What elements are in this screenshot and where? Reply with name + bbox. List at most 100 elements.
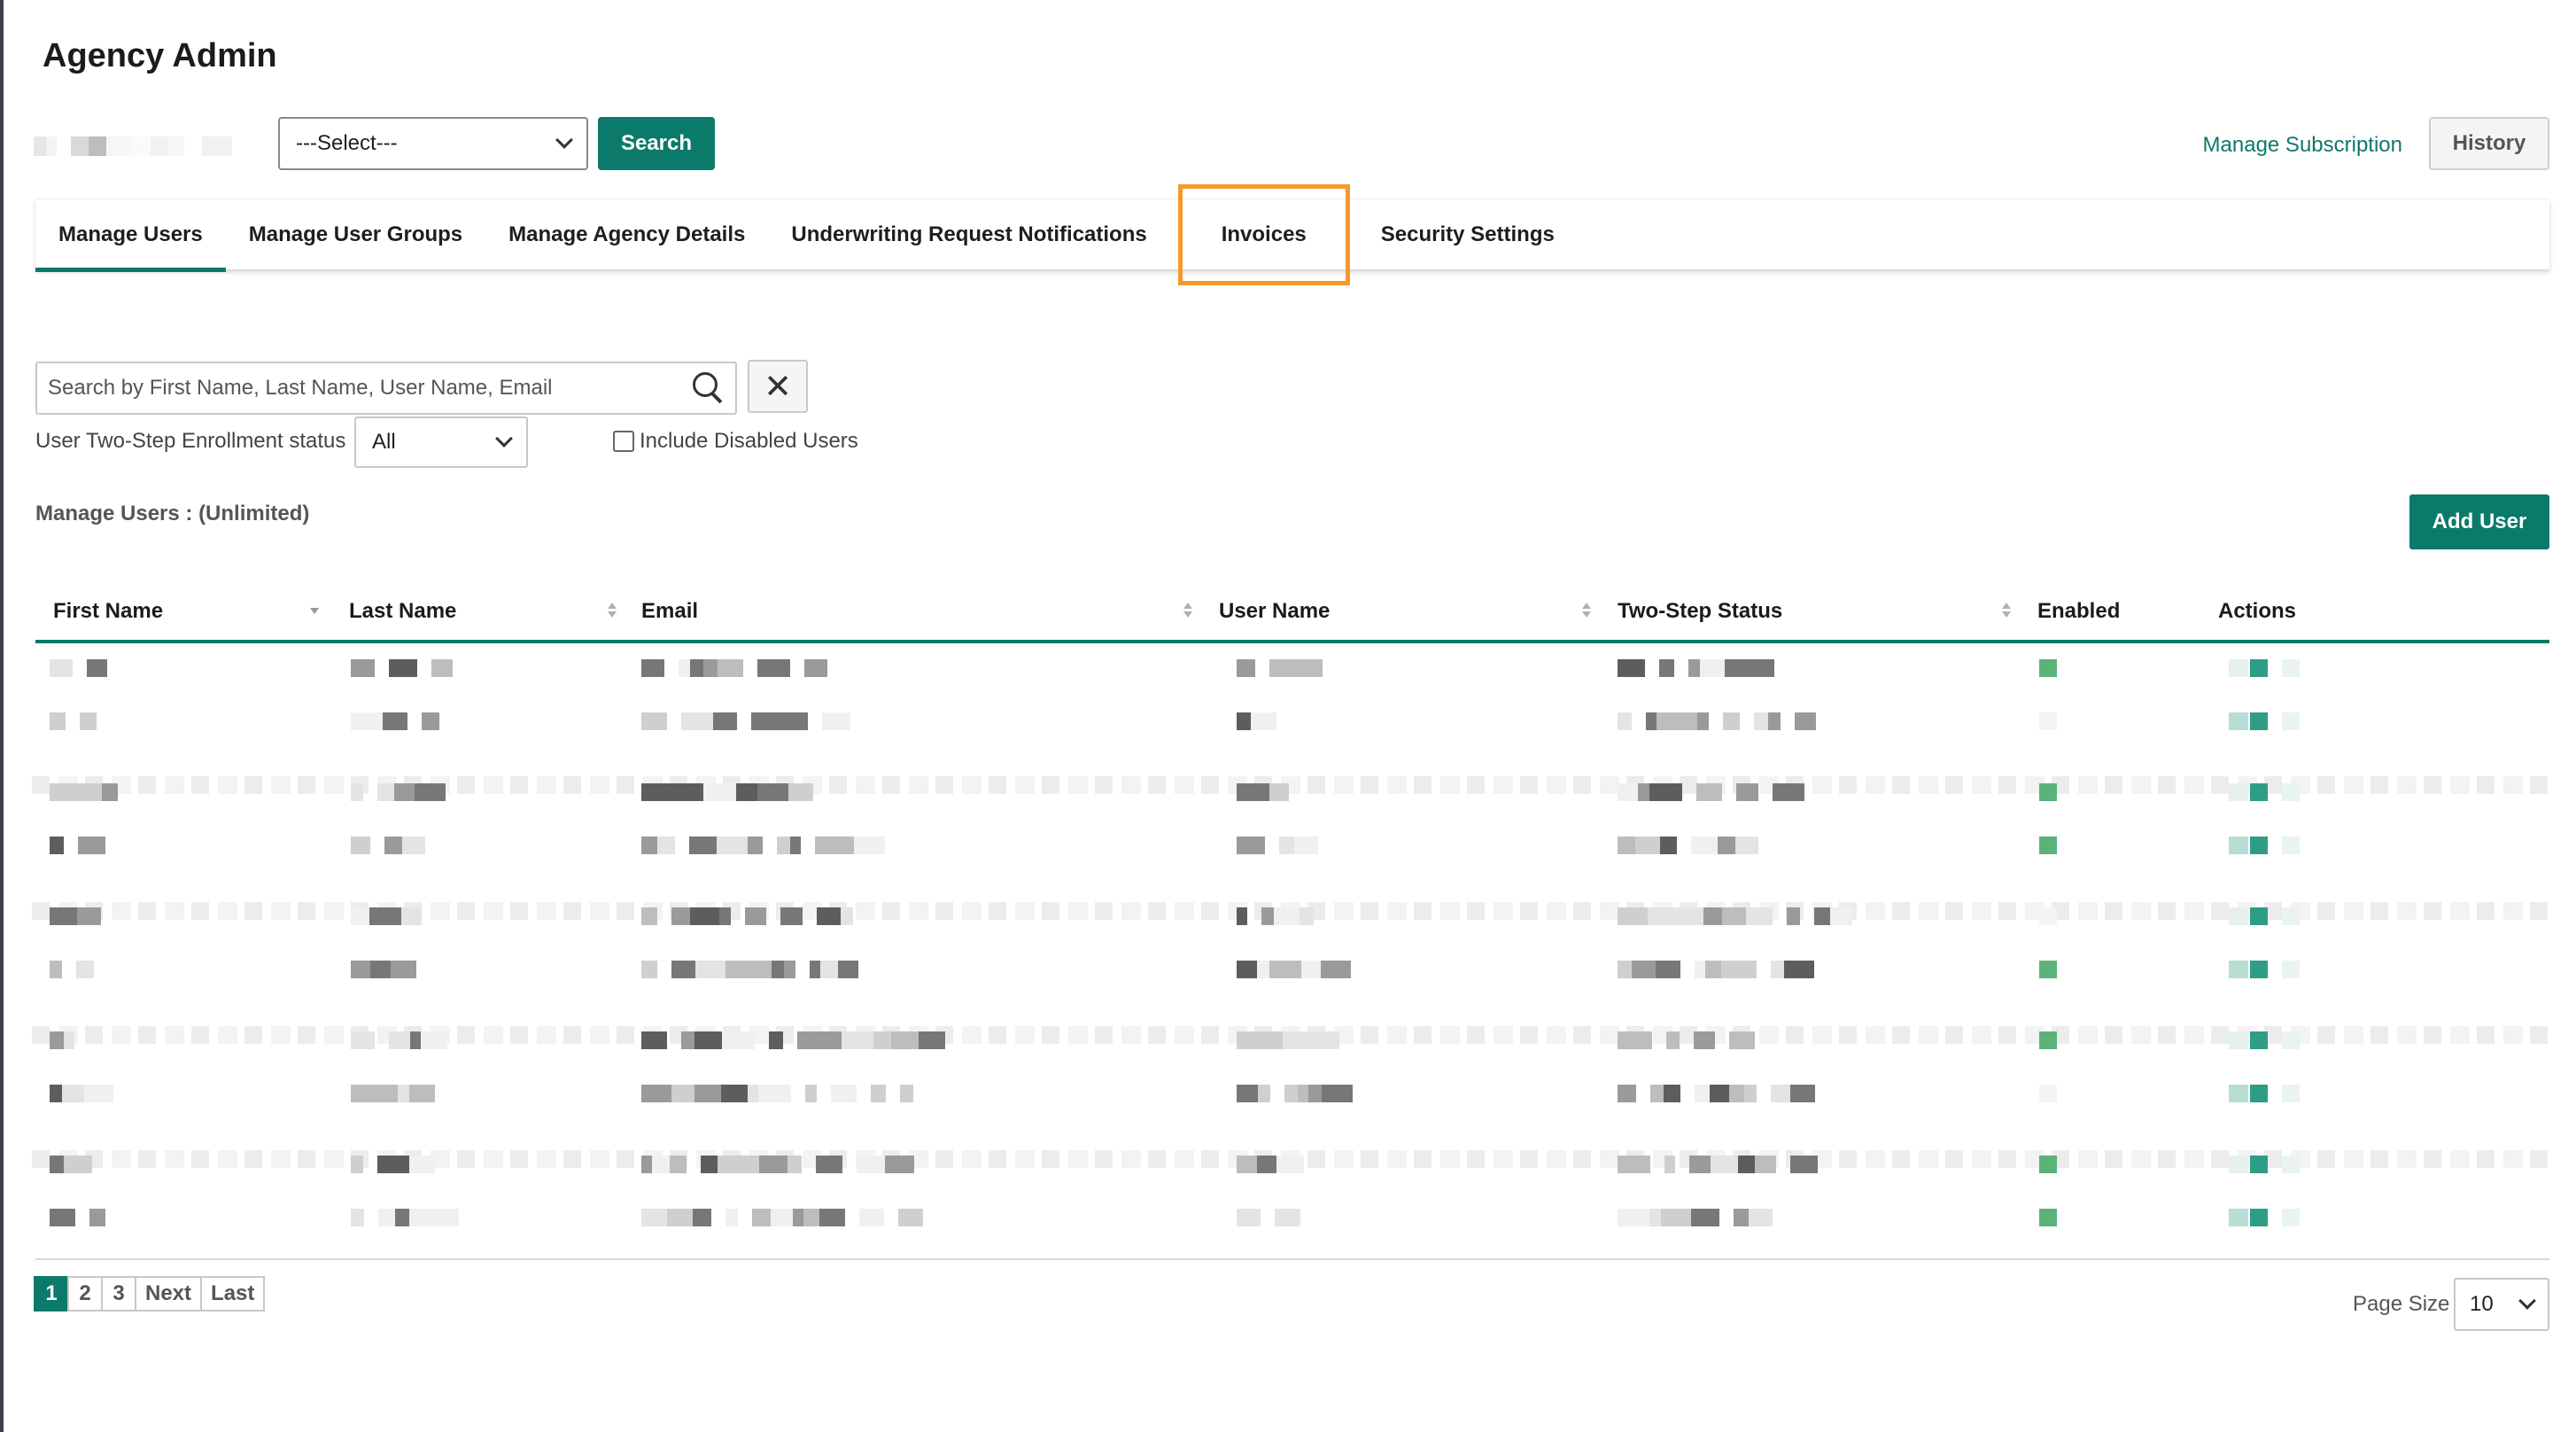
table-row[interactable] xyxy=(35,773,2549,812)
row-action-icon[interactable] xyxy=(2229,837,2248,854)
redacted-cell-pixel xyxy=(351,907,369,925)
col-two-step-status[interactable]: Two-Step Status xyxy=(1618,599,1782,624)
redacted-cell-pixel xyxy=(891,1031,919,1049)
col-user-name[interactable]: User Name xyxy=(1219,599,1330,624)
tab-manage-users[interactable]: Manage Users xyxy=(35,199,226,272)
table-row[interactable] xyxy=(35,950,2549,989)
tab-underwriting-request-notifications[interactable]: Underwriting Request Notifications xyxy=(768,199,1169,270)
table-row[interactable] xyxy=(35,1145,2549,1184)
row-action-icon[interactable] xyxy=(2250,1031,2268,1049)
redacted-cell-pixel xyxy=(718,659,743,677)
redacted-cell-pixel xyxy=(1691,837,1718,854)
manage-subscription-link[interactable]: Manage Subscription xyxy=(2203,133,2402,158)
redacted-cell-pixel xyxy=(84,1085,113,1102)
redacted-cell-pixel xyxy=(1257,1156,1276,1173)
redacted-cell-pixel xyxy=(1648,907,1679,925)
last-page-button[interactable]: Last xyxy=(200,1276,266,1311)
redacted-cell-pixel xyxy=(384,837,402,854)
col-last-name[interactable]: Last Name xyxy=(349,599,456,624)
redacted-cell-pixel xyxy=(1258,1085,1270,1102)
row-action-icon[interactable] xyxy=(2250,783,2268,801)
redacted-cell-pixel xyxy=(1656,961,1668,978)
table-row[interactable] xyxy=(35,897,2549,936)
user-search-input[interactable] xyxy=(48,376,689,401)
table-row[interactable] xyxy=(35,1198,2549,1237)
row-action-icon[interactable] xyxy=(2282,712,2300,730)
row-action-icon[interactable] xyxy=(2282,1209,2300,1226)
row-action-icon[interactable] xyxy=(2229,1209,2248,1226)
table-row[interactable] xyxy=(35,1074,2549,1113)
row-action-icon[interactable] xyxy=(2229,1156,2248,1173)
redacted-cell-pixel xyxy=(409,1156,435,1173)
clear-search-button[interactable]: ✕ xyxy=(748,360,808,413)
row-action-icon[interactable] xyxy=(2282,783,2300,801)
row-action-icon[interactable] xyxy=(2282,1085,2300,1102)
row-action-icon[interactable] xyxy=(2229,659,2248,677)
redacted-cell-pixel xyxy=(788,783,813,801)
table-row[interactable] xyxy=(35,702,2549,741)
redacted-cell-pixel xyxy=(641,907,657,925)
row-action-icon[interactable] xyxy=(2250,907,2268,925)
table-row[interactable] xyxy=(35,649,2549,688)
row-action-icon[interactable] xyxy=(2229,961,2248,978)
row-action-icon[interactable] xyxy=(2229,712,2248,730)
sort-icon[interactable] xyxy=(1183,603,1192,619)
row-action-icon[interactable] xyxy=(2250,712,2268,730)
tab-manage-agency-details[interactable]: Manage Agency Details xyxy=(485,199,768,270)
search-icon[interactable] xyxy=(689,370,725,406)
row-action-icon[interactable] xyxy=(2229,1085,2248,1102)
enabled-indicator xyxy=(2039,837,2057,854)
redacted-cell-pixel xyxy=(1738,1156,1755,1173)
tab-security-settings[interactable]: Security Settings xyxy=(1358,199,1578,270)
page-size-select[interactable]: 10 xyxy=(2454,1278,2549,1331)
redacted-cell-pixel xyxy=(641,837,657,854)
next-page-button[interactable]: Next xyxy=(135,1276,203,1311)
redacted-cell-pixel xyxy=(1689,1156,1711,1173)
row-action-icon[interactable] xyxy=(2282,1156,2300,1173)
redacted-cell-pixel xyxy=(1664,1085,1680,1102)
tab-manage-user-groups[interactable]: Manage User Groups xyxy=(226,199,485,270)
page-1-button[interactable]: 1 xyxy=(34,1276,69,1311)
row-action-icon[interactable] xyxy=(2250,961,2268,978)
row-action-icon[interactable] xyxy=(2250,1085,2268,1102)
redacted-cell-pixel xyxy=(780,907,803,925)
row-action-icon[interactable] xyxy=(2250,659,2268,677)
enrollment-status-select[interactable]: All xyxy=(354,416,528,468)
col-first-name[interactable]: First Name xyxy=(53,599,163,624)
include-disabled-toggle[interactable]: Include Disabled Users xyxy=(613,429,858,454)
redacted-cell-pixel xyxy=(1618,783,1638,801)
table-row[interactable] xyxy=(35,826,2549,865)
redacted-cell-pixel xyxy=(1269,961,1301,978)
row-action-icon[interactable] xyxy=(2282,907,2300,925)
add-user-button[interactable]: Add User xyxy=(2409,494,2549,549)
sort-icon[interactable] xyxy=(608,603,617,619)
include-disabled-checkbox[interactable] xyxy=(613,431,634,452)
row-action-icon[interactable] xyxy=(2229,907,2248,925)
row-action-icon[interactable] xyxy=(2229,783,2248,801)
search-button[interactable]: Search xyxy=(598,117,715,170)
col-email[interactable]: Email xyxy=(641,599,698,624)
redacted-cell-pixel xyxy=(885,1156,914,1173)
row-action-icon[interactable] xyxy=(2250,1156,2268,1173)
history-button[interactable]: History xyxy=(2429,117,2549,170)
row-action-icon[interactable] xyxy=(2282,1031,2300,1049)
row-action-icon[interactable] xyxy=(2282,961,2300,978)
row-action-icon[interactable] xyxy=(2229,1031,2248,1049)
redacted-cell-pixel xyxy=(822,712,850,730)
page-3-button[interactable]: 3 xyxy=(101,1276,136,1311)
row-action-icon[interactable] xyxy=(2282,659,2300,677)
sort-desc-icon[interactable] xyxy=(310,603,319,619)
pagination: 1 2 3 Next Last xyxy=(34,1276,266,1311)
row-action-icon[interactable] xyxy=(2250,837,2268,854)
redacted-cell-pixel xyxy=(815,837,833,854)
row-action-icon[interactable] xyxy=(2250,1209,2268,1226)
tab-invoices[interactable]: Invoices xyxy=(1177,183,1350,285)
redacted-cell-pixel xyxy=(1618,1209,1649,1226)
page-2-button[interactable]: 2 xyxy=(67,1276,103,1311)
row-action-icon[interactable] xyxy=(2282,837,2300,854)
agency-select[interactable]: ---Select--- xyxy=(278,117,588,170)
redacted-cell-pixel xyxy=(1703,907,1722,925)
sort-icon[interactable] xyxy=(1582,603,1591,619)
sort-icon[interactable] xyxy=(2002,603,2011,619)
table-row[interactable] xyxy=(35,1021,2549,1060)
